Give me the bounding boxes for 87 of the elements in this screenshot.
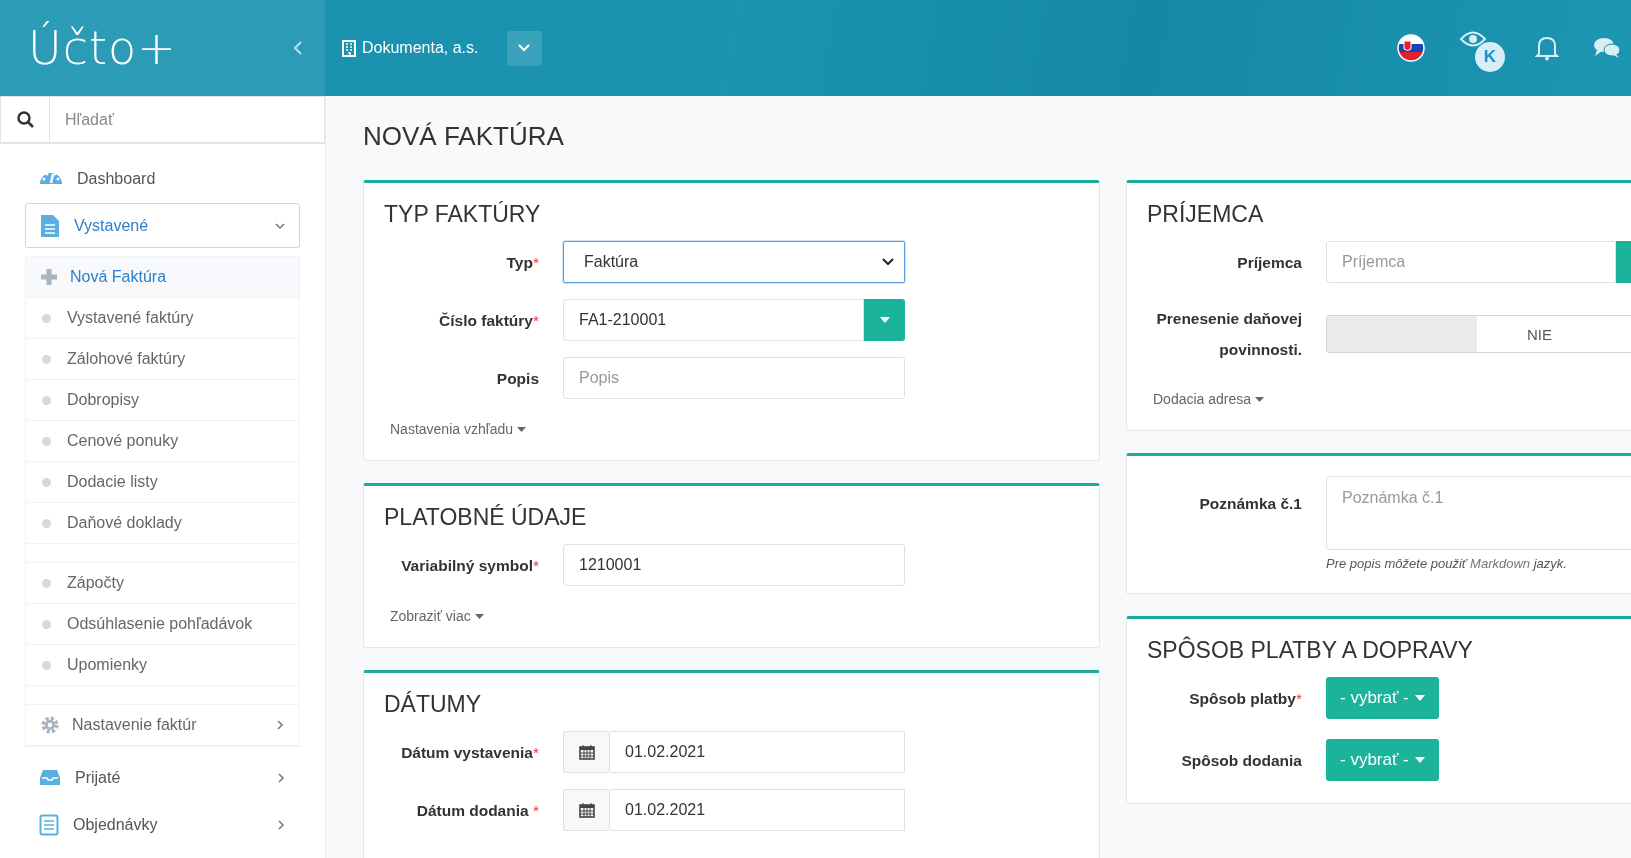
submenu-item[interactable]: Upomienky: [26, 645, 299, 686]
inbox-icon: [39, 769, 61, 786]
field-label: Dátum dodania *: [415, 800, 539, 821]
caret-icon: [474, 613, 484, 619]
submenu-item[interactable]: Odsúhlasenie pohľadávok: [26, 604, 299, 645]
document-icon: [40, 213, 60, 238]
toggle-switch[interactable]: NIE: [1326, 315, 1631, 353]
bullet-icon: [42, 395, 51, 405]
text-input[interactable]: FA1-210001: [563, 299, 864, 341]
search-input[interactable]: Hľadať: [50, 97, 324, 142]
submenu-item[interactable]: Nová Faktúra: [26, 257, 299, 298]
clipboard-icon: [39, 813, 59, 836]
bullet-icon: [42, 436, 51, 446]
markdown-link[interactable]: Markdown: [1470, 556, 1531, 571]
expand-link[interactable]: Zobraziť viac: [390, 608, 484, 624]
bell-icon[interactable]: [1535, 35, 1559, 61]
search-icon: [16, 111, 34, 128]
submenu-item[interactable]: Cenové ponuky: [26, 421, 299, 462]
submenu-item[interactable]: Dodacie listy: [26, 462, 299, 503]
bullet-icon: [42, 354, 51, 364]
field-label: Typ*: [505, 252, 539, 273]
nav-item[interactable]: Objednávky: [25, 802, 300, 847]
bullet-icon: [42, 477, 51, 487]
chevron-down-icon: [275, 220, 285, 231]
note-textarea[interactable]: Poznámka č.1: [1326, 476, 1631, 550]
field-label: Variabilný symbol*: [400, 555, 539, 576]
field-label: Dátum vystavenia*: [400, 742, 539, 763]
building-icon: [342, 39, 356, 57]
search-bar[interactable]: Hľadať: [0, 96, 325, 144]
company-name[interactable]: Dokumenta, a.s.: [362, 39, 479, 57]
gauge-icon: [39, 172, 63, 185]
field-label: Prenesenie daňovej povinnosti.: [1155, 309, 1302, 360]
caret-icon: [517, 426, 527, 432]
submenu-item[interactable]: Zápočty: [26, 563, 299, 604]
chevron-down-icon: [518, 44, 530, 52]
page-title: NOVÁ FAKTÚRA: [363, 120, 565, 153]
submenu-item[interactable]: Zálohové faktúry: [26, 339, 299, 380]
logo[interactable]: Účto+: [28, 21, 177, 75]
nav-item[interactable]: Prijaté: [25, 755, 300, 800]
plus-icon: [40, 268, 58, 286]
chevron-down-icon: [882, 258, 894, 266]
help-text: Pre popis môžete použiť Markdown jazyk.: [1326, 556, 1568, 571]
card-title: SPÔSOB PLATBY A DOPRAVY: [1147, 635, 1474, 665]
field-label: Číslo faktúry*: [438, 310, 539, 331]
text-input[interactable]: Príjemca: [1326, 241, 1616, 283]
expand-link[interactable]: Dodacia adresa: [1153, 391, 1265, 407]
date-input[interactable]: 01.02.2021: [609, 731, 905, 773]
chevron-left-icon[interactable]: [293, 41, 303, 55]
chat-icon[interactable]: [1593, 37, 1621, 59]
expand-link[interactable]: Nastavenia vzhľadu: [390, 421, 527, 437]
submenu-item[interactable]: Dobropisy: [26, 380, 299, 421]
submenu-item[interactable]: Vystavené faktúry: [26, 298, 299, 339]
bullet-icon: [42, 313, 51, 323]
nav-item[interactable]: Vystavené: [25, 203, 300, 248]
caret-icon: [879, 317, 890, 323]
caret-icon: [1255, 396, 1265, 402]
field-label: Spôsob platby*: [1188, 688, 1302, 709]
chevron-right-icon: [276, 772, 286, 783]
type-select[interactable]: Faktúra: [563, 241, 905, 283]
text-input[interactable]: Popis: [563, 357, 905, 399]
chevron-right-icon: [275, 720, 285, 730]
flag-icon[interactable]: [1397, 34, 1425, 62]
field-label: Popis: [495, 368, 539, 389]
nav-item[interactable]: Dashboard: [25, 156, 300, 201]
caret-icon: [1414, 757, 1425, 763]
calendar-icon: [578, 802, 595, 818]
field-label: Príjemca: [1236, 252, 1302, 273]
date-input[interactable]: 01.02.2021: [609, 789, 905, 831]
card-title: DÁTUMY: [384, 690, 483, 719]
caret-icon: [1414, 695, 1425, 701]
field-label: Poznámka č.1: [1198, 494, 1302, 514]
submenu-item[interactable]: Nastavenie faktúr: [26, 705, 299, 746]
card-title: PLATOBNÉ ÚDAJE: [384, 503, 588, 532]
eye-icon[interactable]: [1459, 30, 1487, 48]
company-dropdown-button[interactable]: [506, 30, 542, 66]
bullet-icon: [42, 518, 51, 528]
submenu-item[interactable]: Daňové doklady: [26, 503, 299, 544]
gear-icon: [40, 715, 60, 735]
text-input[interactable]: 1210001: [563, 544, 905, 586]
chevron-right-icon: [276, 819, 286, 830]
field-label: Spôsob dodania: [1180, 750, 1302, 771]
bullet-icon: [42, 619, 51, 629]
bullet-icon: [42, 660, 51, 670]
card-title: PRÍJEMCA: [1147, 200, 1265, 229]
calendar-icon: [578, 744, 595, 760]
card-title: TYP FAKTÚRY: [384, 200, 542, 229]
bullet-icon: [42, 578, 51, 588]
